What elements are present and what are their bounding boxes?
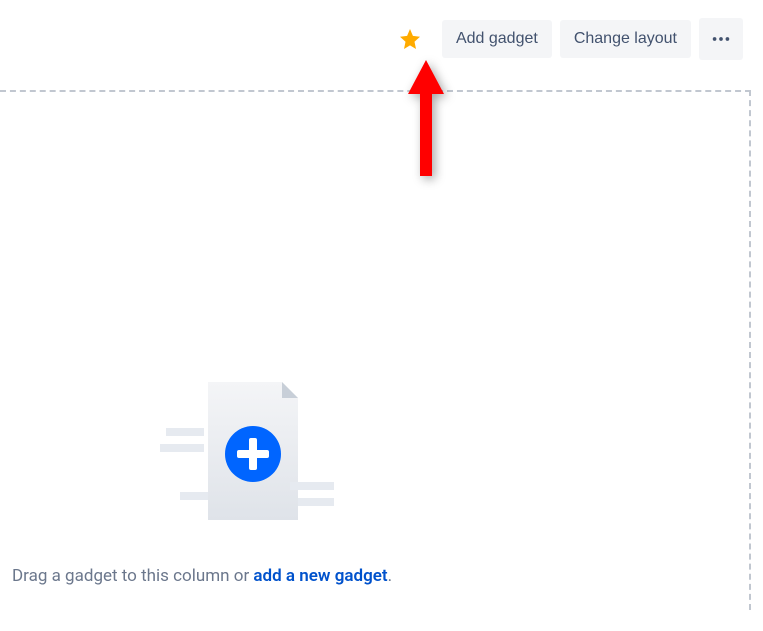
empty-state: Drag a gadget to this column or add a ne…: [0, 374, 749, 586]
star-icon: [398, 27, 422, 51]
add-gadget-button[interactable]: Add gadget: [442, 20, 552, 58]
dashboard-toolbar: Add gadget Change layout: [0, 0, 763, 70]
favorite-star-button[interactable]: [394, 23, 426, 55]
empty-state-text: Drag a gadget to this column or add a ne…: [12, 566, 749, 586]
add-document-icon: [160, 374, 340, 534]
gadget-drop-zone[interactable]: Drag a gadget to this column or add a ne…: [0, 90, 751, 610]
change-layout-button[interactable]: Change layout: [560, 20, 691, 58]
more-actions-button[interactable]: [699, 18, 743, 60]
empty-state-illustration: [160, 374, 749, 538]
empty-state-suffix: .: [388, 566, 392, 586]
add-new-gadget-link[interactable]: add a new gadget: [253, 566, 387, 586]
empty-state-prefix: Drag a gadget to this column or: [12, 566, 253, 586]
more-horizontal-icon: [710, 28, 732, 50]
